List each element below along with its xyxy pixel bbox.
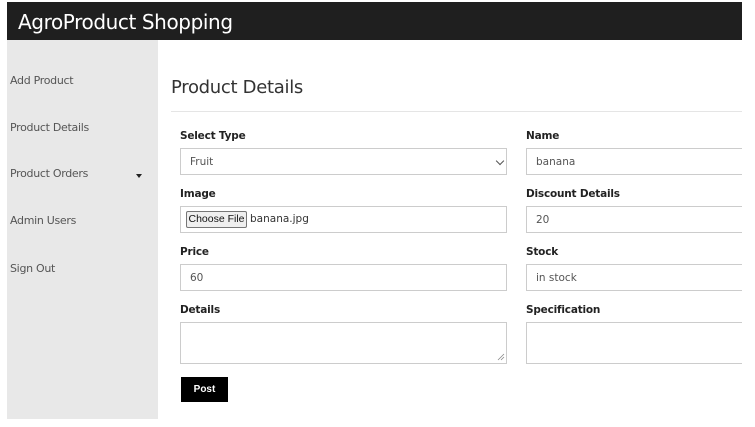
stock-label: Stock bbox=[526, 246, 559, 258]
image-label: Image bbox=[180, 188, 216, 200]
caret-down-icon[interactable] bbox=[136, 174, 142, 178]
resize-handle-icon[interactable] bbox=[497, 353, 505, 361]
sidebar-item-sign-out[interactable]: Sign Out bbox=[10, 262, 55, 275]
details-label: Details bbox=[180, 304, 220, 316]
selected-file-name: banana.jpg bbox=[250, 213, 309, 225]
discount-label: Discount Details bbox=[526, 188, 620, 200]
sidebar bbox=[7, 40, 158, 419]
specification-textarea[interactable] bbox=[526, 322, 742, 364]
brand-title[interactable]: AgroProduct Shopping bbox=[18, 10, 233, 34]
top-navbar: AgroProduct Shopping bbox=[7, 2, 742, 40]
select-type-value: Fruit bbox=[190, 156, 214, 168]
sidebar-item-add-product[interactable]: Add Product bbox=[10, 74, 74, 87]
name-input[interactable]: banana bbox=[526, 148, 742, 175]
stock-input[interactable]: in stock bbox=[526, 264, 742, 291]
price-label: Price bbox=[180, 246, 209, 258]
title-divider bbox=[171, 111, 742, 112]
page-title: Product Details bbox=[171, 77, 303, 98]
name-label: Name bbox=[526, 130, 560, 142]
select-type-dropdown[interactable]: Fruit bbox=[180, 148, 507, 175]
sidebar-item-product-details[interactable]: Product Details bbox=[10, 121, 89, 134]
sidebar-item-admin-users[interactable]: Admin Users bbox=[10, 214, 76, 227]
choose-file-button[interactable]: Choose File bbox=[186, 211, 247, 228]
specification-label: Specification bbox=[526, 304, 601, 316]
select-type-label: Select Type bbox=[180, 130, 246, 142]
sidebar-item-product-orders[interactable]: Product Orders bbox=[10, 167, 88, 180]
discount-input[interactable]: 20 bbox=[526, 206, 742, 233]
details-textarea[interactable] bbox=[180, 322, 507, 364]
post-button[interactable]: Post bbox=[181, 377, 228, 402]
price-input[interactable]: 60 bbox=[180, 264, 507, 291]
